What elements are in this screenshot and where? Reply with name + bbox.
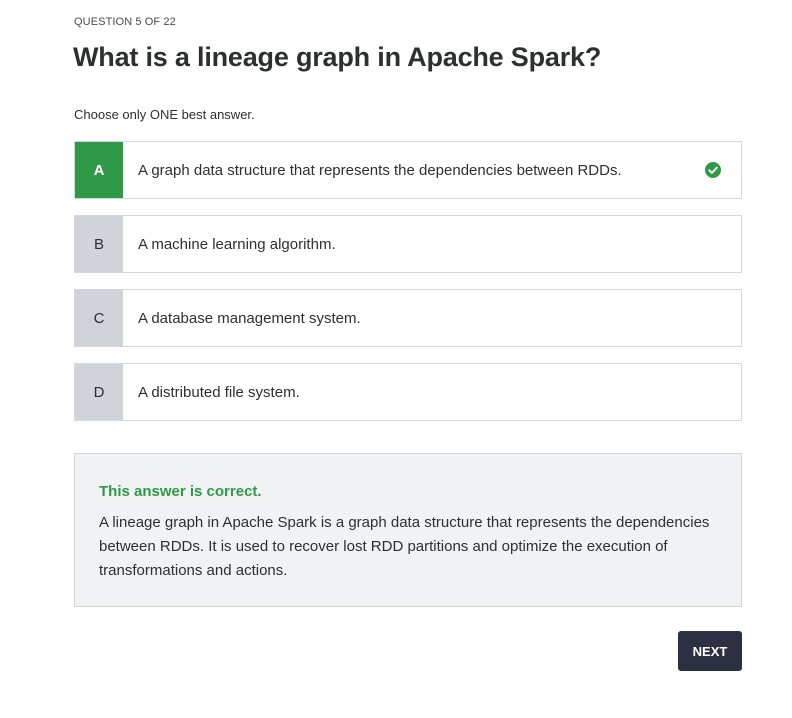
answer-option-c[interactable]: C A database management system. (74, 289, 742, 347)
option-text: A database management system. (138, 309, 361, 327)
option-letter: D (75, 364, 123, 420)
option-text: A machine learning algorithm. (138, 235, 336, 253)
answer-option-b[interactable]: B A machine learning algorithm. (74, 215, 742, 273)
feedback-explanation: A lineage graph in Apache Spark is a gra… (99, 514, 710, 579)
question-progress: QUESTION 5 OF 22 (74, 16, 176, 28)
question-title: What is a lineage graph in Apache Spark? (73, 42, 602, 72)
option-letter: B (75, 216, 123, 272)
answer-instruction: Choose only ONE best answer. (74, 107, 255, 122)
next-button[interactable]: NEXT (678, 631, 742, 671)
option-text: A graph data structure that represents t… (138, 161, 622, 179)
option-letter: A (75, 142, 123, 198)
answer-feedback-panel: This answer is correct. A lineage graph … (74, 453, 742, 607)
option-text: A distributed file system. (138, 383, 300, 401)
feedback-status: This answer is correct. (99, 483, 262, 500)
answer-option-d[interactable]: D A distributed file system. (74, 363, 742, 421)
check-circle-icon (705, 162, 721, 178)
quiz-page: QUESTION 5 OF 22 What is a lineage graph… (0, 0, 792, 718)
answer-option-a[interactable]: A A graph data structure that represents… (74, 141, 742, 199)
option-letter: C (75, 290, 123, 346)
